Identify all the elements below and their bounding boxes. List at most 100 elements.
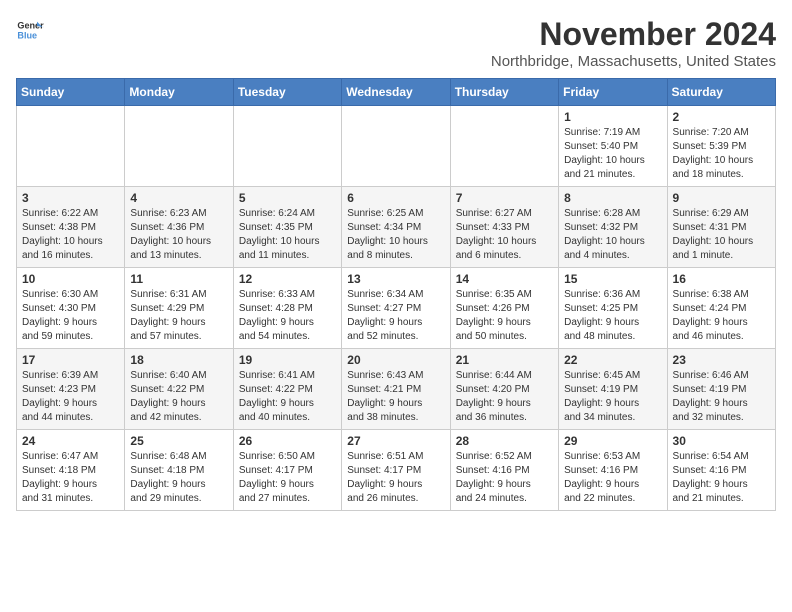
day-info: Sunrise: 6:36 AM Sunset: 4:25 PM Dayligh… xyxy=(564,288,661,344)
calendar-cell: 29 Sunrise: 6:53 AM Sunset: 4:16 PM Dayli… xyxy=(559,430,667,511)
calendar-cell: 27Sunrise: 6:51 AM Sunset: 4:17 PM Dayli… xyxy=(342,430,450,511)
calendar-cell xyxy=(342,106,450,187)
day-number: 2 xyxy=(673,110,770,124)
calendar-cell xyxy=(233,106,341,187)
day-number: 16 xyxy=(673,272,770,286)
day-info: Sunrise: 6:52 AM Sunset: 4:16 PM Dayligh… xyxy=(456,450,553,506)
calendar-cell: 2 Sunrise: 7:20 AM Sunset: 5:39 PM Daylig… xyxy=(667,106,775,187)
calendar-cell: 21 Sunrise: 6:44 AM Sunset: 4:20 PM Dayli… xyxy=(450,349,558,430)
logo: General Blue xyxy=(16,16,44,44)
day-number: 17 xyxy=(22,353,119,367)
calendar-cell xyxy=(125,106,233,187)
day-number: 30 xyxy=(673,434,770,448)
day-number: 1 xyxy=(564,110,661,124)
calendar-cell xyxy=(17,106,125,187)
calendar-cell: 19 Sunrise: 6:41 AM Sunset: 4:22 PM Dayli… xyxy=(233,349,341,430)
day-number: 10 xyxy=(22,272,119,286)
day-number: 12 xyxy=(239,272,336,286)
day-number: 24 xyxy=(22,434,119,448)
day-info: Sunrise: 7:20 AM Sunset: 5:39 PM Dayligh… xyxy=(673,126,770,182)
calendar-table: SundayMondayTuesdayWednesdayThursdayFrid… xyxy=(16,78,776,511)
day-info: Sunrise: 6:40 AM Sunset: 4:22 PM Dayligh… xyxy=(130,369,227,425)
weekday-header-saturday: Saturday xyxy=(667,79,775,106)
calendar-cell: 7Sunrise: 6:27 AM Sunset: 4:33 PM Daylig… xyxy=(450,187,558,268)
calendar-cell: 28 Sunrise: 6:52 AM Sunset: 4:16 PM Dayli… xyxy=(450,430,558,511)
day-info: Sunrise: 6:23 AM Sunset: 4:36 PM Dayligh… xyxy=(130,207,227,263)
day-info: Sunrise: 6:51 AM Sunset: 4:17 PM Dayligh… xyxy=(347,450,444,506)
svg-text:Blue: Blue xyxy=(17,30,37,40)
calendar-cell: 3 Sunrise: 6:22 AM Sunset: 4:38 PM Daylig… xyxy=(17,187,125,268)
day-info: Sunrise: 6:33 AM Sunset: 4:28 PM Dayligh… xyxy=(239,288,336,344)
calendar-cell: 17 Sunrise: 6:39 AM Sunset: 4:23 PM Dayli… xyxy=(17,349,125,430)
day-info: Sunrise: 6:47 AM Sunset: 4:18 PM Dayligh… xyxy=(22,450,119,506)
day-info: Sunrise: 6:35 AM Sunset: 4:26 PM Dayligh… xyxy=(456,288,553,344)
calendar-cell: 10 Sunrise: 6:30 AM Sunset: 4:30 PM Dayli… xyxy=(17,268,125,349)
day-info: Sunrise: 6:53 AM Sunset: 4:16 PM Dayligh… xyxy=(564,450,661,506)
day-number: 13 xyxy=(347,272,444,286)
day-number: 21 xyxy=(456,353,553,367)
day-number: 26 xyxy=(239,434,336,448)
calendar-cell: 30 Sunrise: 6:54 AM Sunset: 4:16 PM Dayli… xyxy=(667,430,775,511)
calendar-cell: 24 Sunrise: 6:47 AM Sunset: 4:18 PM Dayli… xyxy=(17,430,125,511)
day-number: 3 xyxy=(22,191,119,205)
day-number: 9 xyxy=(673,191,770,205)
weekday-header-wednesday: Wednesday xyxy=(342,79,450,106)
day-info: Sunrise: 6:27 AM Sunset: 4:33 PM Dayligh… xyxy=(456,207,553,263)
day-info: Sunrise: 6:41 AM Sunset: 4:22 PM Dayligh… xyxy=(239,369,336,425)
day-info: Sunrise: 6:28 AM Sunset: 4:32 PM Dayligh… xyxy=(564,207,661,263)
page-header: General Blue November 2024 Northbridge, … xyxy=(16,16,776,70)
day-info: Sunrise: 6:43 AM Sunset: 4:21 PM Dayligh… xyxy=(347,369,444,425)
weekday-header-row: SundayMondayTuesdayWednesdayThursdayFrid… xyxy=(17,79,776,106)
calendar-cell: 5 Sunrise: 6:24 AM Sunset: 4:35 PM Daylig… xyxy=(233,187,341,268)
day-info: Sunrise: 6:39 AM Sunset: 4:23 PM Dayligh… xyxy=(22,369,119,425)
calendar-cell xyxy=(450,106,558,187)
day-number: 18 xyxy=(130,353,227,367)
location-title: Northbridge, Massachusetts, United State… xyxy=(491,53,776,70)
calendar-cell: 8 Sunrise: 6:28 AM Sunset: 4:32 PM Daylig… xyxy=(559,187,667,268)
calendar-cell: 9 Sunrise: 6:29 AM Sunset: 4:31 PM Daylig… xyxy=(667,187,775,268)
day-number: 19 xyxy=(239,353,336,367)
day-info: Sunrise: 7:19 AM Sunset: 5:40 PM Dayligh… xyxy=(564,126,661,182)
weekday-header-thursday: Thursday xyxy=(450,79,558,106)
calendar-cell: 1 Sunrise: 7:19 AM Sunset: 5:40 PM Daylig… xyxy=(559,106,667,187)
calendar-cell: 15 Sunrise: 6:36 AM Sunset: 4:25 PM Dayli… xyxy=(559,268,667,349)
day-info: Sunrise: 6:45 AM Sunset: 4:19 PM Dayligh… xyxy=(564,369,661,425)
title-area: November 2024 Northbridge, Massachusetts… xyxy=(491,16,776,70)
day-info: Sunrise: 6:29 AM Sunset: 4:31 PM Dayligh… xyxy=(673,207,770,263)
weekday-header-friday: Friday xyxy=(559,79,667,106)
day-number: 15 xyxy=(564,272,661,286)
weekday-header-sunday: Sunday xyxy=(17,79,125,106)
calendar-week-row: 10 Sunrise: 6:30 AM Sunset: 4:30 PM Dayli… xyxy=(17,268,776,349)
day-number: 20 xyxy=(347,353,444,367)
calendar-cell: 16 Sunrise: 6:38 AM Sunset: 4:24 PM Dayli… xyxy=(667,268,775,349)
day-number: 5 xyxy=(239,191,336,205)
day-info: Sunrise: 6:22 AM Sunset: 4:38 PM Dayligh… xyxy=(22,207,119,263)
calendar-cell: 23 Sunrise: 6:46 AM Sunset: 4:19 PM Dayli… xyxy=(667,349,775,430)
logo-icon: General Blue xyxy=(16,16,44,44)
calendar-cell: 4Sunrise: 6:23 AM Sunset: 4:36 PM Daylig… xyxy=(125,187,233,268)
weekday-header-tuesday: Tuesday xyxy=(233,79,341,106)
calendar-cell: 14 Sunrise: 6:35 AM Sunset: 4:26 PM Dayli… xyxy=(450,268,558,349)
day-info: Sunrise: 6:30 AM Sunset: 4:30 PM Dayligh… xyxy=(22,288,119,344)
day-info: Sunrise: 6:54 AM Sunset: 4:16 PM Dayligh… xyxy=(673,450,770,506)
calendar-week-row: 24 Sunrise: 6:47 AM Sunset: 4:18 PM Dayli… xyxy=(17,430,776,511)
weekday-header-monday: Monday xyxy=(125,79,233,106)
day-info: Sunrise: 6:50 AM Sunset: 4:17 PM Dayligh… xyxy=(239,450,336,506)
day-info: Sunrise: 6:48 AM Sunset: 4:18 PM Dayligh… xyxy=(130,450,227,506)
calendar-cell: 25Sunrise: 6:48 AM Sunset: 4:18 PM Dayli… xyxy=(125,430,233,511)
day-number: 29 xyxy=(564,434,661,448)
day-number: 8 xyxy=(564,191,661,205)
month-title: November 2024 xyxy=(491,16,776,53)
day-info: Sunrise: 6:24 AM Sunset: 4:35 PM Dayligh… xyxy=(239,207,336,263)
day-info: Sunrise: 6:25 AM Sunset: 4:34 PM Dayligh… xyxy=(347,207,444,263)
calendar-cell: 26 Sunrise: 6:50 AM Sunset: 4:17 PM Dayli… xyxy=(233,430,341,511)
day-number: 22 xyxy=(564,353,661,367)
day-info: Sunrise: 6:38 AM Sunset: 4:24 PM Dayligh… xyxy=(673,288,770,344)
day-number: 23 xyxy=(673,353,770,367)
day-number: 28 xyxy=(456,434,553,448)
calendar-cell: 6Sunrise: 6:25 AM Sunset: 4:34 PM Daylig… xyxy=(342,187,450,268)
day-info: Sunrise: 6:44 AM Sunset: 4:20 PM Dayligh… xyxy=(456,369,553,425)
calendar-week-row: 17 Sunrise: 6:39 AM Sunset: 4:23 PM Dayli… xyxy=(17,349,776,430)
day-info: Sunrise: 6:46 AM Sunset: 4:19 PM Dayligh… xyxy=(673,369,770,425)
day-number: 14 xyxy=(456,272,553,286)
